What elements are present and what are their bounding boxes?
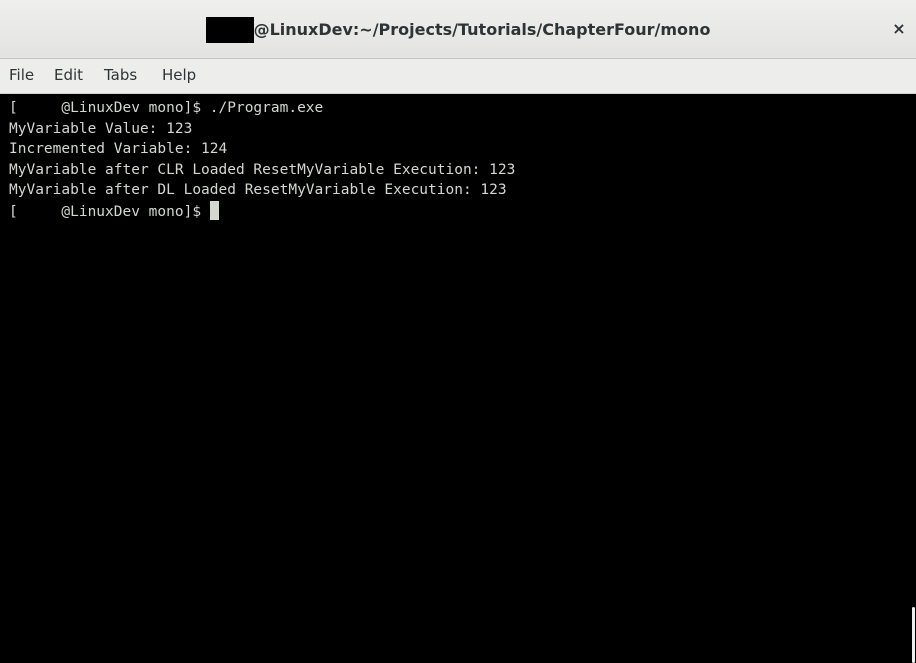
terminal-prompt-line: [ @LinuxDev mono]$ <box>9 200 908 222</box>
terminal-line-output: MyVariable after CLR Loaded ResetMyVaria… <box>9 161 516 178</box>
scrollbar-thumb[interactable] <box>912 607 915 663</box>
window-title-text: @LinuxDev:~/Projects/Tutorials/ChapterFo… <box>253 20 711 39</box>
terminal-line-command: [ @LinuxDev mono]$ ./Program.exe <box>9 100 324 116</box>
menu-file[interactable]: File <box>9 59 34 93</box>
redacted-username-block <box>205 17 254 43</box>
terminal-window: @LinuxDev:~/Projects/Tutorials/ChapterFo… <box>0 0 916 663</box>
terminal-prompt: [ @LinuxDev mono]$ <box>9 203 210 220</box>
terminal-scrollbar[interactable] <box>908 94 916 663</box>
window-title: @LinuxDev:~/Projects/Tutorials/ChapterFo… <box>0 17 916 43</box>
menu-edit[interactable]: Edit <box>54 59 83 93</box>
menu-bar: File Edit Tabs Help <box>0 59 916 94</box>
menu-help[interactable]: Help <box>162 59 196 93</box>
text-cursor <box>209 200 219 220</box>
terminal-line-output: Incremented Variable: 124 <box>9 141 228 157</box>
title-bar[interactable]: @LinuxDev:~/Projects/Tutorials/ChapterFo… <box>0 0 916 59</box>
menu-tabs[interactable]: Tabs <box>104 59 137 93</box>
terminal-line-output: MyVariable after DL Loaded ResetMyVariab… <box>9 182 507 198</box>
terminal-line-output: MyVariable Value: 123 <box>9 120 193 137</box>
close-button[interactable]: × <box>888 18 910 40</box>
terminal-output[interactable]: [ @LinuxDev mono]$ ./Program.exe MyVariab… <box>0 94 908 663</box>
